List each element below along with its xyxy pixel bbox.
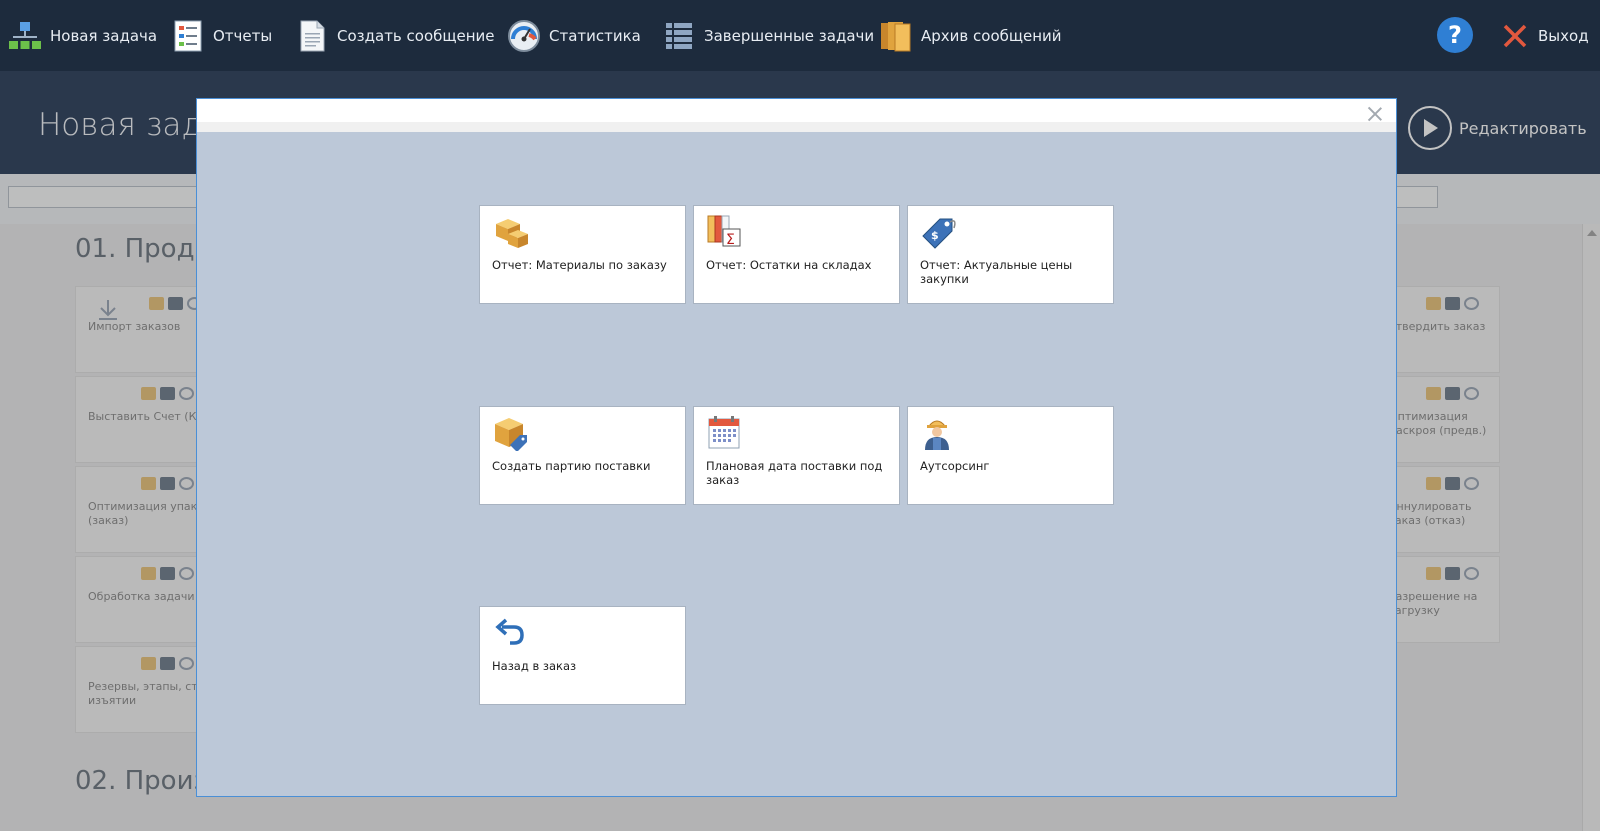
toolbar-completed-tasks-button[interactable]: Завершенные задачи (662, 0, 874, 71)
document-icon (295, 19, 329, 53)
close-icon[interactable] (1366, 105, 1384, 123)
close-icon (1502, 19, 1528, 53)
exit-button[interactable]: Выход (1502, 0, 1589, 71)
back-arrow-icon (492, 615, 530, 651)
dialog-titlebar (197, 99, 1396, 132)
toolbar-reports-label: Отчеты (213, 26, 273, 45)
tile-prices-report[interactable]: $ Отчет: Актуальные цены закупки (907, 205, 1114, 304)
toolbar-message-archive-button[interactable]: Архив сообщений (879, 0, 1062, 71)
tile-create-shipment[interactable]: Создать партию поставки (479, 406, 686, 505)
box-tag-icon (492, 415, 530, 452)
toolbar-statistics-label: Статистика (549, 26, 641, 45)
sum-table-icon: Σ (706, 214, 744, 250)
toolbar-create-message-button[interactable]: Создать сообщение (295, 0, 495, 71)
boxes-icon (492, 214, 530, 250)
report-list-icon (171, 19, 205, 53)
archive-icon (879, 19, 913, 53)
tile-materials-report[interactable]: Отчет: Материалы по заказу (479, 205, 686, 304)
org-chart-icon (8, 19, 42, 53)
toolbar-statistics-button[interactable]: Статистика (507, 0, 641, 71)
toolbar-message-archive-label: Архив сообщений (921, 26, 1062, 45)
tile-label: Назад в заказ (492, 659, 577, 673)
toolbar-new-task-button[interactable]: Новая задача (8, 0, 157, 71)
worker-icon (920, 415, 958, 451)
svg-text:$: $ (931, 229, 939, 242)
calendar-icon (706, 415, 744, 451)
help-button[interactable]: ? (1437, 17, 1473, 53)
list-icon (662, 19, 696, 53)
tile-stock-report[interactable]: Σ Отчет: Остатки на складах (693, 205, 900, 304)
tile-label: Отчет: Актуальные цены закупки (920, 258, 1073, 286)
toolbar-new-task-label: Новая задача (50, 26, 158, 45)
top-toolbar: Новая задача Отчеты Создать сообщение Ст… (0, 0, 1600, 71)
tile-label: Аутсорсинг (920, 459, 990, 473)
tile-label: Отчет: Остатки на складах (706, 258, 872, 272)
tile-label: Плановая дата поставки под заказ (706, 459, 883, 487)
tile-back-to-order[interactable]: Назад в заказ (479, 606, 686, 705)
tile-planned-delivery-date[interactable]: Плановая дата поставки под заказ (693, 406, 900, 505)
tile-label: Создать партию поставки (492, 459, 651, 473)
speedometer-icon (507, 19, 541, 53)
svg-text:Σ: Σ (726, 232, 735, 248)
reports-dialog: Отчет: Материалы по заказу Σ Отчет: Оста… (196, 98, 1397, 797)
price-tag-icon: $ (920, 214, 958, 250)
exit-label: Выход (1538, 26, 1589, 45)
toolbar-create-message-label: Создать сообщение (337, 26, 495, 45)
toolbar-reports-button[interactable]: Отчеты (171, 0, 272, 71)
tile-label: Отчет: Материалы по заказу (492, 258, 667, 272)
tile-outsourcing[interactable]: Аутсорсинг (907, 406, 1114, 505)
toolbar-completed-tasks-label: Завершенные задачи (704, 26, 875, 45)
